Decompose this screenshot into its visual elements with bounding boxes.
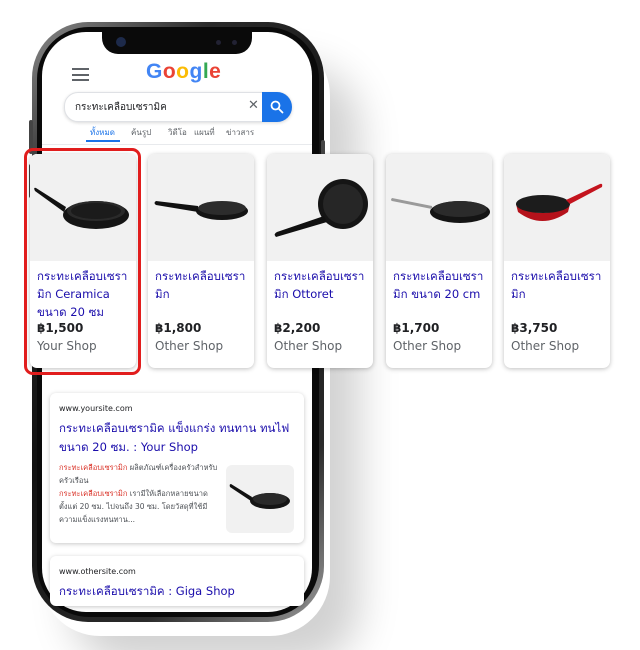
result-title[interactable]: กระทะเคลือบเซรามิค แข็งแกร่ง ทนทาน ทนไฟ …	[59, 419, 299, 457]
product-shop: Other Shop	[274, 339, 343, 353]
product-title[interactable]: กระทะเคลือบเซรามิก	[155, 267, 253, 303]
result-site-url[interactable]: www.yoursite.com	[59, 404, 133, 413]
tab-videos[interactable]: วิดีโอ	[168, 126, 187, 139]
product-title[interactable]: กระทะเคลือบเซรามิก Ottoret	[274, 267, 372, 303]
product-price: ฿1,800	[155, 321, 202, 335]
snippet-highlight: กระทะเคลือบเซรามิก	[59, 463, 128, 472]
google-logo-letter: o	[162, 60, 177, 83]
tab-news[interactable]: ข่าวสาร	[226, 126, 254, 139]
result-title[interactable]: กระทะเคลือบเซรามิค : Giga Shop	[59, 582, 299, 601]
product-shop: Other Shop	[155, 339, 224, 353]
product-shop: Other Shop	[511, 339, 580, 353]
shallow-frying-pan-icon	[154, 201, 248, 220]
tabs-divider	[42, 144, 312, 145]
result-snippet: กระทะเคลือบเซรามิก ผลิตภัณฑ์เครื่องครัวส…	[59, 461, 219, 526]
google-logo-letter: g	[189, 60, 203, 83]
search-result[interactable]: www.yoursite.com กระทะเคลือบเซรามิค แข็ง…	[50, 393, 304, 543]
search-icon	[270, 100, 284, 114]
product-card[interactable]: กระทะเคลือบเซรามิก Ottoret ฿2,200 Other …	[267, 154, 373, 368]
search-result[interactable]: www.othersite.com กระทะเคลือบเซรามิค : G…	[50, 556, 304, 606]
sensor-dot	[232, 40, 237, 45]
product-title[interactable]: กระทะเคลือบเซรามิก ขนาด 20 cm	[393, 267, 491, 303]
clear-icon[interactable]: ✕	[248, 98, 259, 114]
hamburger-menu-icon[interactable]	[72, 68, 89, 81]
product-image	[267, 154, 373, 261]
tab-images[interactable]: ค้นรูป	[131, 126, 151, 139]
product-shop: Other Shop	[393, 339, 462, 353]
front-camera-icon	[116, 37, 126, 47]
search-box[interactable]: กระทะเคลือบเซรามิค ✕	[64, 92, 292, 122]
google-logo-letter: o	[176, 60, 190, 83]
google-logo-letter: e	[209, 60, 222, 83]
product-price: ฿3,750	[511, 321, 558, 335]
snippet-highlight: กระทะเคลือบเซรามิก	[59, 489, 128, 498]
result-site-url[interactable]: www.othersite.com	[59, 567, 136, 576]
product-price: ฿1,700	[393, 321, 440, 335]
active-tab-indicator	[86, 140, 120, 142]
sensor-dot	[216, 40, 221, 45]
google-logo[interactable]: Google	[146, 60, 221, 84]
highlight-frame	[24, 148, 141, 375]
phone-notch	[102, 32, 252, 54]
google-logo-letter: G	[146, 60, 163, 83]
product-title[interactable]: กระทะเคลือบเซรามิก	[511, 267, 609, 303]
tab-all[interactable]: ทั้งหมด	[90, 126, 115, 139]
search-button[interactable]	[262, 92, 292, 122]
product-image	[148, 154, 254, 261]
red-wok-icon	[516, 183, 603, 221]
tab-maps[interactable]: แผนที่	[194, 126, 215, 139]
product-card[interactable]: กระทะเคลือบเซรามิก ฿1,800 Other Shop	[148, 154, 254, 368]
product-image	[386, 154, 492, 261]
black-frying-pan-icon	[229, 484, 290, 509]
product-card[interactable]: กระทะเคลือบเซรามิก ขนาด 20 cm ฿1,700 Oth…	[386, 154, 492, 368]
steel-handle-pan-icon	[391, 198, 490, 223]
result-thumbnail[interactable]	[226, 465, 294, 533]
search-input[interactable]: กระทะเคลือบเซรามิค	[75, 100, 167, 115]
product-card[interactable]: กระทะเคลือบเซรามิก ฿3,750 Other Shop	[504, 154, 610, 368]
deep-frying-pan-icon	[274, 179, 368, 237]
product-price: ฿2,200	[274, 321, 321, 335]
product-image	[504, 154, 610, 261]
